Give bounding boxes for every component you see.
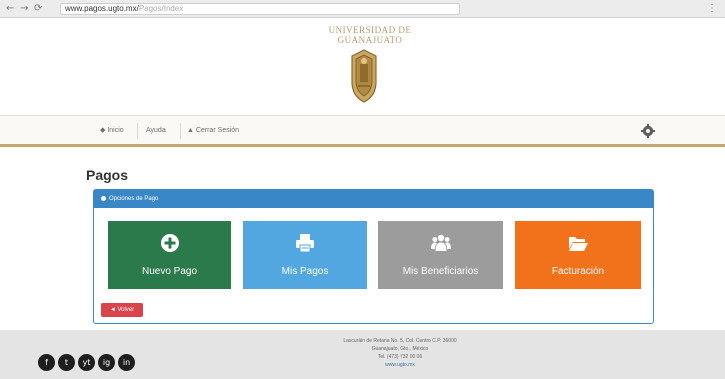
footer-city-line: Guanajuato, Gto., México (371, 346, 429, 352)
university-seal-logo (351, 49, 377, 103)
instagram-icon[interactable]: ig (98, 354, 115, 371)
facebook-icon[interactable]: f (38, 354, 55, 371)
my-payments-tile[interactable]: Mis Pagos (243, 221, 367, 289)
twitter-icon[interactable]: t (58, 354, 75, 371)
panel-header: Opciones de Pago (94, 190, 653, 208)
university-name-line1: UNIVERSIDAD DE (328, 25, 412, 35)
my-payments-label: Mis Pagos (281, 266, 329, 277)
nav-divider (137, 123, 138, 139)
footer-website-link[interactable]: www.ugto.mx (300, 362, 500, 369)
youtube-icon[interactable]: yt (78, 354, 95, 371)
nav-home-link[interactable]: ◆ Inicio (100, 125, 124, 137)
back-arrow-icon[interactable]: ← (6, 3, 14, 15)
nav-divider (180, 123, 181, 139)
reload-icon[interactable]: ⟳ (34, 3, 42, 15)
top-navbar: ◆ Inicio Ayuda ▲ Cerrar Sesión (0, 115, 725, 147)
new-payment-label: Nuevo Pago (141, 266, 198, 277)
url-field[interactable]: www.pagos.ugto.mx/Pagos/Index (60, 3, 460, 15)
url-host: www.pagos.ugto.mx/ (65, 4, 139, 13)
nav-logout-link[interactable]: ▲ Cerrar Sesión (187, 125, 239, 137)
folder-open-icon (569, 237, 588, 251)
users-icon (430, 234, 451, 251)
my-beneficiaries-label: Mis Beneficiarios (402, 266, 479, 277)
browser-address-bar: ← → ⟳ www.pagos.ugto.mx/Pagos/Index ⋮ (0, 0, 725, 18)
university-name: UNIVERSIDAD DE GUANAJUATO (300, 25, 440, 45)
back-button[interactable]: ◄ Volver (101, 303, 143, 317)
new-payment-tile[interactable]: Nuevo Pago (108, 221, 231, 289)
browser-menu-icon[interactable]: ⋮ (707, 3, 717, 14)
footer-address-line: Lascuráin de Retana No. 5, Col. Centro C… (343, 338, 457, 344)
invoicing-label: Facturación (551, 266, 605, 277)
nav-help-link[interactable]: Ayuda (146, 125, 166, 137)
url-path: Pagos/Index (138, 4, 184, 13)
invoicing-tile[interactable]: Facturación (515, 221, 641, 289)
panel-header-icon (101, 195, 106, 201)
footer-phone-line: Tel. (473) 732 00 06 (377, 354, 423, 360)
gear-icon[interactable] (641, 124, 655, 138)
page-title: Pagos (86, 167, 129, 183)
linkedin-icon[interactable]: in (118, 354, 135, 371)
panel-title: Opciones de Pago (109, 196, 159, 202)
my-beneficiaries-tile[interactable]: Mis Beneficiarios (378, 221, 503, 289)
forward-arrow-icon[interactable]: → (20, 3, 28, 15)
university-name-line2: GUANAJUATO (337, 35, 403, 45)
print-icon (296, 234, 314, 253)
plus-circle-icon (160, 234, 179, 252)
